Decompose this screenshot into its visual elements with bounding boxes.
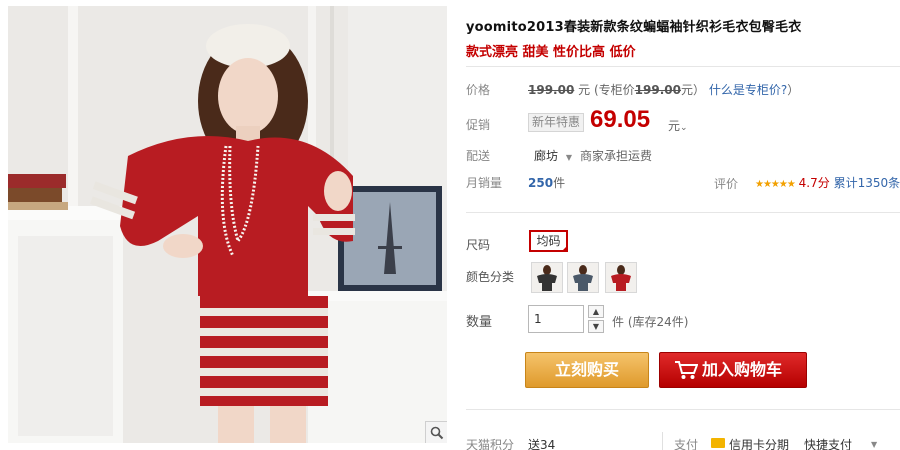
quantity-stock: 件 (库存24件) [612,313,688,330]
rating: ★★★★★ 4.7分 累计1350条 [755,174,900,191]
divider [466,66,900,67]
divider [662,432,663,450]
monthly-sales-label: 月销量 [466,176,503,190]
product-info-panel: yoomito2013春装新款条纹蝙蝠袖针织衫毛衣包臀毛衣 款式漂亮 甜美 性价… [466,0,900,450]
caret-down-icon: ▼ [592,322,600,331]
quantity-label: 数量 [466,315,493,330]
promo-unit: 元 [668,119,681,133]
add-to-cart-button[interactable]: 加入购物车 [659,352,807,388]
points-value: 送34 [528,436,555,450]
chevron-down-icon: ⌄ [680,123,688,133]
size-option-label: 均码 [536,234,561,248]
color-option-grey[interactable] [567,262,599,293]
rating-stars-icon: ★★★★★ [755,179,796,190]
monthly-sales-count: 250 [528,176,554,190]
product-subtitle: 款式漂亮 甜美 性价比高 低价 [466,45,636,60]
counter-price-suffix: 元） [680,83,705,97]
counter-price-prefix: (专柜价 [593,83,635,97]
magnifier-icon [430,426,443,439]
divider [466,409,900,410]
quantity-increase-button[interactable]: ▲ [588,305,604,318]
shipping-label: 配送 [466,149,491,163]
stock-count: (库存24件) [627,315,689,329]
size-option-selected[interactable]: 均码 [529,230,568,252]
add-to-cart-label: 加入购物车 [702,360,783,379]
quantity-input[interactable]: 1 [528,305,584,333]
counter-price-help-link[interactable]: 什么是专柜价? [709,83,787,97]
shipping-note: 商家承担运费 [580,149,653,163]
shipping-from: 廊坊 [534,149,559,163]
size-label: 尺码 [466,238,491,252]
promo-unit-dropdown[interactable]: 元⌄ [668,117,688,134]
counter-price: 199.00 [634,83,681,97]
original-price: 199.00 [528,83,575,97]
quick-pay-option[interactable]: 快捷支付 [804,436,852,450]
price-unit: 元 [578,83,591,97]
card-installment-option[interactable]: 信用卡分期 [729,436,789,450]
pay-label: 支付 [674,438,699,450]
monthly-sales: 250件 [528,174,565,191]
product-main-image[interactable] [8,6,447,443]
monthly-sales-unit: 件 [553,176,566,190]
color-thumb-black [532,263,562,292]
product-title: yoomito2013春装新款条纹蝙蝠袖针织衫毛衣包臀毛衣 [466,20,802,35]
color-thumb-grey [568,263,598,292]
quantity-decrease-button[interactable]: ▼ [588,320,604,333]
color-label: 颜色分类 [466,270,515,284]
review-count-link[interactable]: 累计1350条 [834,176,900,190]
color-option-red[interactable] [605,262,637,293]
buy-now-button[interactable]: 立刻购买 [525,352,649,388]
promo-label: 促销 [466,118,491,132]
points-label: 天猫积分 [466,438,515,450]
promo-price: 69.05 [590,106,651,133]
color-option-black[interactable] [531,262,563,293]
rating-label: 评价 [714,177,739,191]
selected-check-icon [561,245,568,252]
shopping-cart-icon [675,361,698,379]
help-close: ） [787,83,800,97]
credit-card-icon [711,438,725,448]
color-thumb-red [606,263,636,292]
quantity-unit: 件 [612,315,625,329]
shipping-from-select[interactable]: 廊坊 ▼ [534,147,572,164]
price-row: 199.00 元 (专柜价199.00元） 什么是专柜价?） [528,81,799,98]
product-photo-illustration [8,6,447,443]
caret-up-icon: ▲ [592,307,600,316]
caret-down-icon: ▼ [565,153,572,162]
zoom-button[interactable] [425,421,447,443]
points-value-text: 送34 [528,438,556,450]
payment-dropdown-caret-icon[interactable]: ▼ [871,440,877,449]
rating-score: 4.7分 [798,176,830,190]
promo-tag: 新年特惠 [528,113,585,132]
divider [466,212,900,213]
price-label: 价格 [466,83,491,97]
